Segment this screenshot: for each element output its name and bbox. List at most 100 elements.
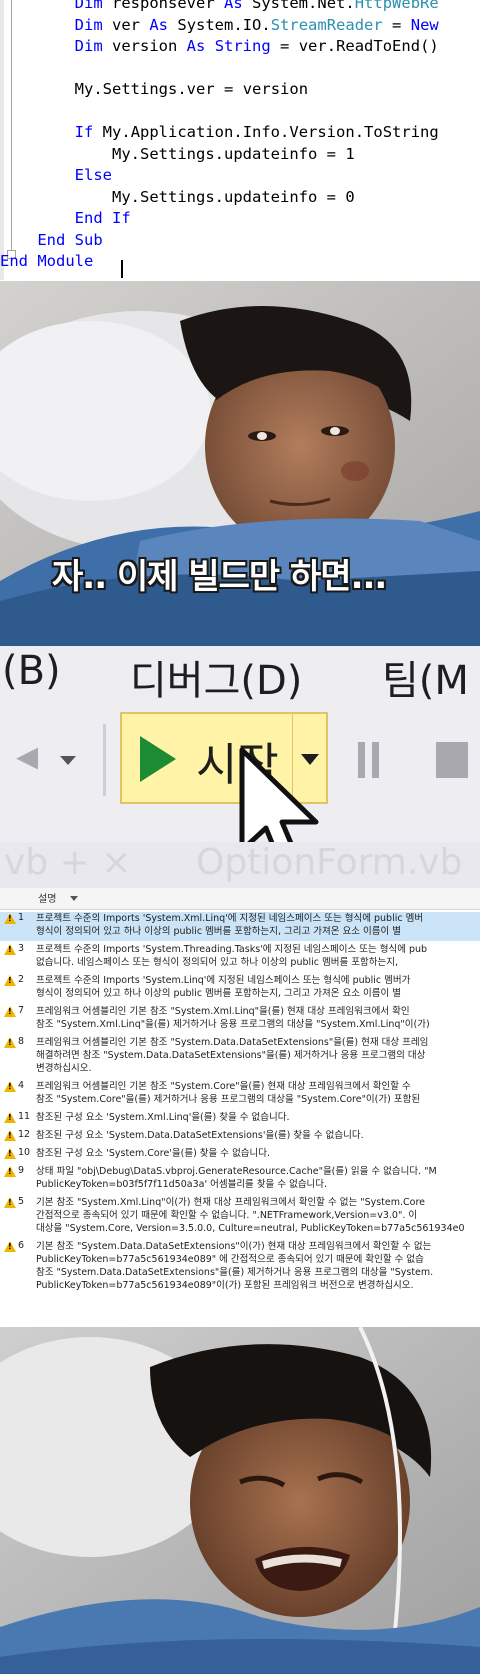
error-number: 9 (18, 1165, 25, 1176)
error-number: 4 (18, 1080, 25, 1091)
code-token: End (74, 209, 103, 227)
code-token: . (214, 144, 224, 163)
text-caret (121, 260, 123, 278)
code-token: Settings (102, 80, 178, 98)
tab-optionform[interactable]: OptionForm.vb (196, 842, 462, 883)
code-line: My.Settings.ver = version (0, 78, 308, 101)
error-description-line: 기본 참조 "System.Data.DataSetExtensions"이(가… (36, 1241, 432, 1252)
error-description: 프레임워크 어셈블리인 기본 참조 "System.Data.DataSetEx… (36, 1036, 480, 1075)
error-list-row[interactable]: 5 기본 참조 "System.Xml.Linq"이(가) 현재 대상 프레임워크… (0, 1196, 480, 1238)
code-token: As (186, 37, 206, 55)
code-token: My (102, 123, 122, 141)
error-description: 프로젝트 수준의 Imports 'System.Xml.Linq'에 지정된 … (36, 912, 480, 938)
error-description-line: 참조 "System.Data.DataSetExtensions"을(를) 제… (36, 1267, 434, 1278)
reaction-photo-2 (0, 1327, 480, 1674)
code-token: If (112, 209, 131, 227)
error-list-row[interactable]: 9 상태 파일 "obj\Debug\DataS.vbproj.GenerateR… (0, 1165, 480, 1194)
code-token: = (326, 144, 337, 163)
error-number: 8 (18, 1036, 25, 1047)
error-description-line: 프레임워크 어셈블리인 기본 참조 "System.Xml.Linq"을(를) … (36, 1006, 410, 1017)
error-number: 1 (18, 912, 25, 923)
code-token: ( (420, 37, 430, 55)
code-token: Sub (74, 230, 103, 249)
error-description-line: 대상을 "System.Core, Version=3.5.0.0, Cultu… (36, 1223, 465, 1234)
chevron-down-icon[interactable] (70, 896, 78, 901)
error-description-line: PublicKeyToken=b03f5f7f11d50a3a' 어셈블리를 찾… (36, 1179, 328, 1190)
warning-icon (4, 913, 16, 924)
error-description-line: 참조 "System.Core"을(를) 제거하거나 응용 프로그램의 대상을 … (36, 1094, 421, 1105)
code-token: ver (112, 15, 140, 34)
error-description-line: PublicKeyToken=b77a5c561934e089" 에 간접적으로… (36, 1254, 424, 1265)
code-token: Module (37, 252, 94, 270)
code-token: . (345, 0, 355, 12)
description-column-header[interactable]: 설명 (38, 890, 56, 905)
menu-debug[interactable]: 디버그(D) (130, 648, 302, 706)
error-list-row[interactable]: 6 기본 참조 "System.Data.DataSetExtensions"이(… (0, 1240, 480, 1295)
stop-icon[interactable] (436, 742, 468, 778)
error-description-line: 참조된 구성 요소 'System.Data.DataSetExtensions… (36, 1130, 364, 1141)
error-description-line: 프로젝트 수준의 Imports 'System.Threading.Tasks… (36, 944, 428, 955)
code-token: String (214, 37, 271, 55)
code-line: Dim ver As System.IO.StreamReader = New (0, 14, 439, 37)
error-description: 상태 파일 "obj\Debug\DataS.vbproj.GenerateRe… (36, 1165, 480, 1191)
pause-icon[interactable] (358, 742, 380, 778)
menu-team[interactable]: 팀(M (382, 648, 469, 706)
code-editor[interactable]: Dim responsever As System.Net.HttpWebRe … (0, 0, 480, 280)
code-token: version (242, 80, 309, 98)
code-token: My (74, 80, 94, 98)
code-token: . (261, 15, 271, 34)
error-list-row[interactable]: 1 프로젝트 수준의 Imports 'System.Xml.Linq'에 지정된… (0, 912, 480, 941)
code-token: ToString (364, 123, 439, 141)
error-description-line: 프레임워크 어셈블리인 기본 참조 "System.Data.DataSetEx… (36, 1037, 429, 1048)
error-list-header: 설명 (0, 888, 480, 910)
error-number: 5 (18, 1196, 25, 1207)
error-description: 기본 참조 "System.Data.DataSetExtensions"이(가… (36, 1240, 480, 1292)
error-description: 프로젝트 수준의 Imports 'System.Threading.Tasks… (36, 943, 480, 969)
error-list-row[interactable]: 7 프레임워크 어셈블리인 기본 참조 "System.Xml.Linq"을(를)… (0, 1005, 480, 1034)
error-description: 기본 참조 "System.Xml.Linq"이(가) 현재 대상 프레임워크에… (36, 1196, 480, 1235)
error-list-row[interactable]: 2 프로젝트 수준의 Imports 'System.Linq'에 지정된 네임스… (0, 974, 480, 1003)
error-list-row[interactable]: 4 프레임워크 어셈블리인 기본 참조 "System.Core"을(를) 현재 … (0, 1080, 480, 1109)
error-description-line: 프로젝트 수준의 Imports 'System.Xml.Linq'에 지정된 … (36, 913, 424, 924)
chevron-down-icon[interactable] (60, 756, 76, 765)
error-description-line: 프레임워크 어셈블리인 기본 참조 "System.Core"을(를) 현재 대… (36, 1081, 411, 1092)
warning-icon (4, 1148, 16, 1159)
warning-icon (4, 1037, 16, 1048)
code-token: ver (298, 37, 327, 55)
tab-ghost-left[interactable]: vb + × (4, 842, 131, 883)
error-number: 3 (18, 943, 25, 954)
menu-build[interactable]: (B) (2, 648, 61, 694)
code-line: End Module (0, 250, 93, 273)
navigate-back-icon[interactable]: ◂ (16, 730, 38, 781)
error-list-row[interactable]: 11 참조된 구성 요소 'System.Xml.Linq'을(를) 찾을 수 없… (0, 1111, 480, 1127)
error-description-line: 기본 참조 "System.Xml.Linq"이(가) 현재 대상 프레임워크에… (36, 1197, 426, 1208)
code-token: . (214, 187, 224, 206)
code-token: . (354, 123, 365, 141)
error-description-line: 해결하려면 참조 "System.Data.DataSetExtensions"… (36, 1050, 426, 1061)
error-list-row[interactable]: 3 프로젝트 수준의 Imports 'System.Threading.Task… (0, 943, 480, 972)
error-list-row[interactable]: 12 참조된 구성 요소 'System.Data.DataSetExtensio… (0, 1129, 480, 1145)
code-token: End (0, 252, 28, 270)
error-description-line: PublicKeyToken=b77a5c561934e089"이(가) 포함된… (36, 1280, 414, 1291)
code-token: Dim (74, 0, 103, 12)
code-token: ReadToEnd (336, 37, 421, 55)
code-token: . (233, 15, 243, 34)
vs-toolbar-zoom: (B) 디버그(D) 팀(M ◂ 시작 vb + × OptionForm.vb (0, 646, 480, 888)
code-token: End (37, 230, 66, 249)
code-token: If (74, 123, 94, 141)
code-token: My (111, 187, 131, 206)
error-description: 프레임워크 어셈블리인 기본 참조 "System.Core"을(를) 현재 대… (36, 1080, 480, 1106)
error-list-row[interactable]: 8 프레임워크 어셈블리인 기본 참조 "System.Data.DataSetE… (0, 1036, 480, 1078)
error-list-row[interactable]: 10 참조된 구성 요소 'System.Core'을(를) 찾을 수 없습니다. (0, 1147, 480, 1163)
